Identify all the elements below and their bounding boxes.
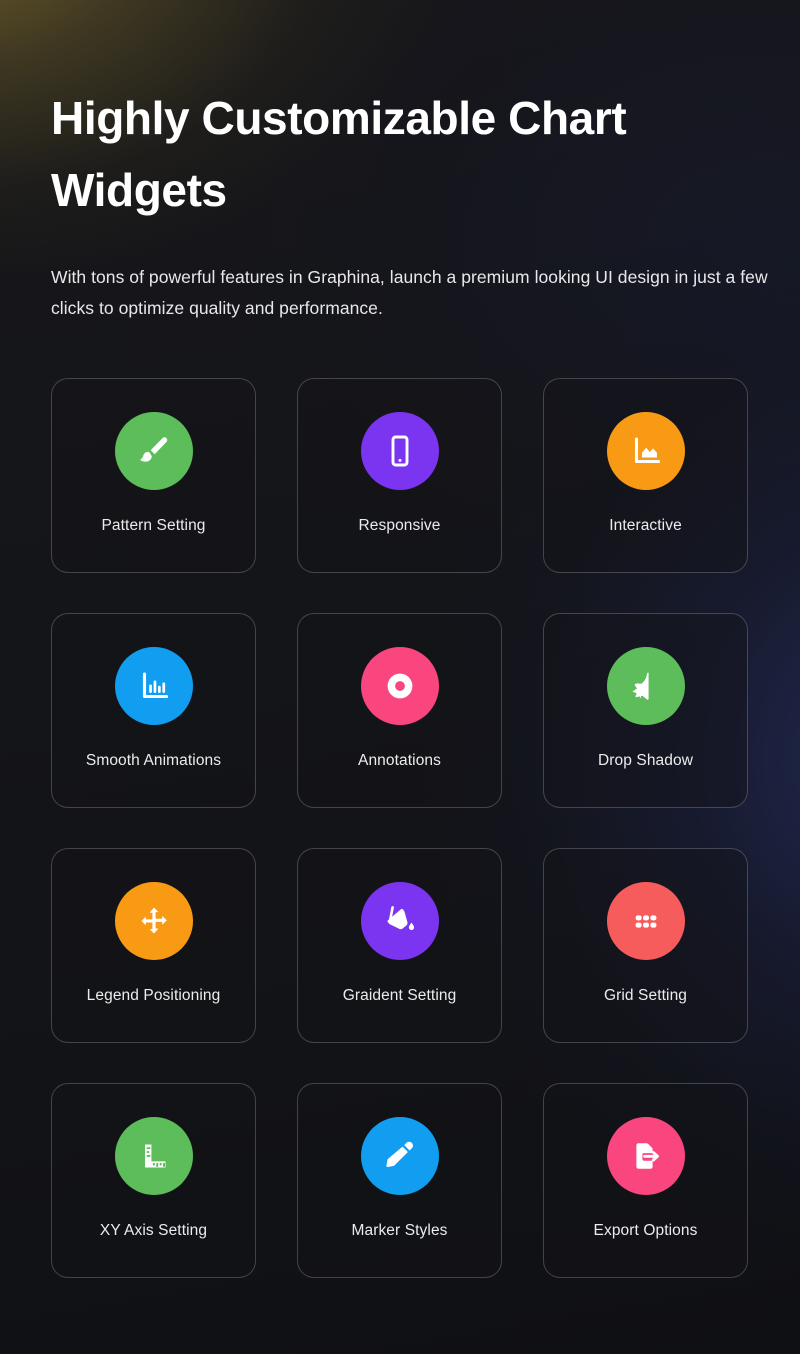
feature-card-label: Export Options (593, 1222, 698, 1239)
page-subtitle: With tons of powerful features in Graphi… (51, 267, 768, 318)
feature-card-label: Legend Positioning (86, 987, 221, 1004)
feature-card[interactable]: Grid Setting (543, 848, 748, 1043)
feature-card-grid: Pattern Setting Responsive Interactive Smoo… (51, 378, 751, 1278)
feature-card-label: Drop Shadow (597, 752, 694, 769)
pen-icon (360, 1117, 439, 1195)
feature-card[interactable]: Export Options (543, 1083, 748, 1278)
feature-card-label: Responsive (358, 517, 441, 534)
page-header: Highly Customizable Chart Widgets With t… (51, 82, 768, 324)
bar-chart-icon (114, 647, 193, 725)
file-export-icon (606, 1117, 685, 1195)
paintbrush-icon (114, 412, 193, 490)
feature-card-label: Marker Styles (351, 1222, 448, 1239)
feature-card-label: Grid Setting (603, 987, 688, 1004)
area-chart-icon (606, 412, 685, 490)
grid-dots-icon (606, 882, 685, 960)
half-star-icon (606, 647, 685, 725)
feature-card[interactable]: Annotations (297, 613, 502, 808)
feature-card[interactable]: Responsive (297, 378, 502, 573)
feature-card[interactable]: Smooth Animations (51, 613, 256, 808)
paint-bucket-icon (360, 882, 439, 960)
feature-card-label: Graident Setting (342, 987, 457, 1004)
ruler-icon (114, 1117, 193, 1195)
feature-card[interactable]: Graident Setting (297, 848, 502, 1043)
feature-card-label: XY Axis Setting (99, 1222, 208, 1239)
feature-card[interactable]: Drop Shadow (543, 613, 748, 808)
feature-card[interactable]: Pattern Setting (51, 378, 256, 573)
feature-card-label: Pattern Setting (101, 517, 206, 534)
feature-card[interactable]: Interactive (543, 378, 748, 573)
feature-card-label: Interactive (609, 517, 682, 534)
page-root: Highly Customizable Chart Widgets With t… (0, 0, 800, 1354)
feature-card-label: Smooth Animations (85, 752, 222, 769)
feature-card[interactable]: Marker Styles (297, 1083, 502, 1278)
page-title: Highly Customizable Chart Widgets (51, 92, 627, 216)
feature-card[interactable]: XY Axis Setting (51, 1083, 256, 1278)
feature-card[interactable]: Legend Positioning (51, 848, 256, 1043)
mobile-phone-icon (360, 412, 439, 490)
feature-card-label: Annotations (358, 752, 441, 769)
donut-icon (360, 647, 439, 725)
move-arrows-icon (114, 882, 193, 960)
